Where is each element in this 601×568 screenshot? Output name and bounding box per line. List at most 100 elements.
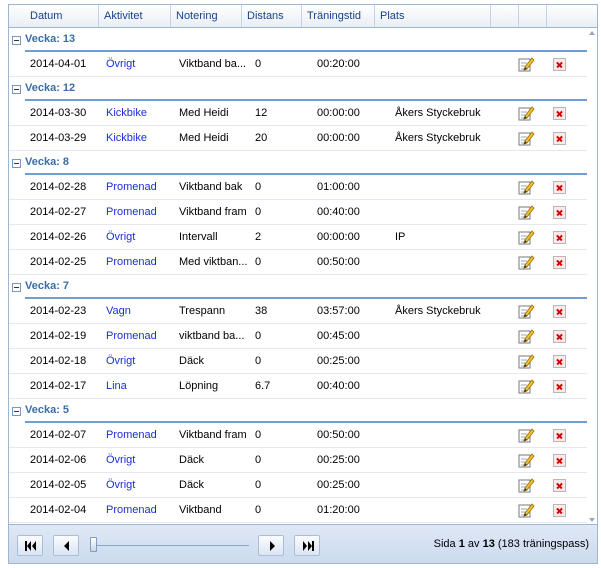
table-row[interactable]: 2014-02-27 Promenad Viktband fram 0 00:40:00 xyxy=(9,200,587,225)
delete-icon[interactable] xyxy=(553,181,566,194)
table-row[interactable]: 2014-03-30 Kickbike Med Heidi 12 00:00:00 Åke… xyxy=(9,101,587,126)
collapse-toggle-icon[interactable] xyxy=(12,85,21,94)
training-time-cell: 01:00:00 xyxy=(317,181,360,193)
activity-link[interactable]: Promenad xyxy=(106,175,172,199)
delete-icon[interactable] xyxy=(553,206,566,219)
collapse-toggle-icon[interactable] xyxy=(12,407,21,416)
table-row[interactable]: 2014-02-23 Vagn Trespann 38 03:57:00 Åkers St… xyxy=(9,299,587,324)
page-slider-track[interactable] xyxy=(93,545,249,546)
edit-icon[interactable] xyxy=(518,105,535,121)
column-header-activity[interactable]: Aktivitet xyxy=(99,5,171,27)
training-time-cell: 00:25:00 xyxy=(317,454,360,466)
column-header-training-time[interactable]: Träningstid xyxy=(302,5,375,27)
table-row[interactable]: 2014-02-17 Lina Löpning 6.7 00:40:00 xyxy=(9,374,587,399)
edit-icon[interactable] xyxy=(518,179,535,195)
activity-link[interactable]: Vagn xyxy=(106,299,172,323)
delete-icon[interactable] xyxy=(553,330,566,343)
page-slider-thumb[interactable] xyxy=(90,537,97,552)
pager-info: Sida 1 av 13 (183 träningspass) xyxy=(434,538,589,550)
delete-icon[interactable] xyxy=(553,256,566,269)
date-cell: 2014-03-30 xyxy=(30,107,87,119)
collapse-toggle-icon[interactable] xyxy=(12,283,21,292)
place-cell xyxy=(395,498,515,522)
training-time-cell: 00:25:00 xyxy=(317,479,360,491)
delete-icon[interactable] xyxy=(553,380,566,393)
table-row[interactable]: 2014-02-18 Övrigt Däck 0 00:25:00 xyxy=(9,349,587,374)
edit-icon[interactable] xyxy=(518,254,535,270)
activity-link[interactable]: Promenad xyxy=(106,324,172,348)
activity-link[interactable]: Lina xyxy=(106,374,172,398)
group-header[interactable]: Vecka: 13 xyxy=(9,28,587,52)
edit-icon[interactable] xyxy=(518,452,535,468)
training-time-cell: 00:45:00 xyxy=(317,330,360,342)
edit-icon[interactable] xyxy=(518,204,535,220)
activity-link[interactable]: Promenad xyxy=(106,200,172,224)
group-header[interactable]: Vecka: 7 xyxy=(9,275,587,299)
activity-link[interactable]: Övrigt xyxy=(106,349,172,373)
previous-page-button[interactable] xyxy=(53,535,79,556)
delete-icon[interactable] xyxy=(553,479,566,492)
delete-icon[interactable] xyxy=(553,107,566,120)
table-row[interactable]: 2014-02-05 Övrigt Däck 0 00:25:00 xyxy=(9,473,587,498)
column-header-delete xyxy=(519,5,547,27)
activity-link[interactable]: Promenad xyxy=(106,498,172,522)
last-page-button[interactable] xyxy=(294,535,320,556)
activity-link[interactable]: Övrigt xyxy=(106,52,172,76)
edit-icon[interactable] xyxy=(518,303,535,319)
column-header-date[interactable]: Datum xyxy=(25,5,99,27)
edit-icon[interactable] xyxy=(518,427,535,443)
table-row[interactable]: 2014-02-06 Övrigt Däck 0 00:25:00 xyxy=(9,448,587,473)
edit-icon[interactable] xyxy=(518,502,535,518)
group-title: Vecka: 8 xyxy=(25,156,70,168)
activity-link[interactable]: Övrigt xyxy=(106,473,172,497)
edit-icon[interactable] xyxy=(518,130,535,146)
group-header[interactable]: Vecka: 5 xyxy=(9,399,587,423)
scroll-up-arrow-icon[interactable] xyxy=(589,31,595,35)
edit-icon[interactable] xyxy=(518,56,535,72)
delete-icon[interactable] xyxy=(553,504,566,517)
first-page-button[interactable] xyxy=(17,535,43,556)
note-cell: Med viktban... xyxy=(179,256,248,268)
table-row[interactable]: 2014-04-01 Övrigt Viktband ba... 0 00:20:00 xyxy=(9,52,587,77)
edit-icon[interactable] xyxy=(518,378,535,394)
table-row[interactable]: 2014-02-28 Promenad Viktband bak 0 01:00:00 xyxy=(9,175,587,200)
table-row[interactable]: 2014-02-19 Promenad viktband ba... 0 00:45:0… xyxy=(9,324,587,349)
edit-icon[interactable] xyxy=(518,328,535,344)
distance-cell: 12 xyxy=(255,107,268,119)
activity-link[interactable]: Kickbike xyxy=(106,126,172,150)
delete-icon[interactable] xyxy=(553,305,566,318)
activity-link[interactable]: Promenad xyxy=(106,423,172,447)
delete-icon[interactable] xyxy=(553,231,566,244)
collapse-toggle-icon[interactable] xyxy=(12,36,21,45)
place-cell xyxy=(395,473,515,497)
scroll-down-arrow-icon[interactable] xyxy=(589,518,595,522)
delete-icon[interactable] xyxy=(553,132,566,145)
group-header[interactable]: Vecka: 12 xyxy=(9,77,587,101)
note-cell: Viktband fram xyxy=(179,429,247,441)
table-row[interactable]: 2014-02-26 Övrigt Intervall 2 00:00:00 IP xyxy=(9,225,587,250)
edit-icon[interactable] xyxy=(518,353,535,369)
next-page-button[interactable] xyxy=(258,535,284,556)
activity-link[interactable]: Promenad xyxy=(106,250,172,274)
activity-link[interactable]: Övrigt xyxy=(106,225,172,249)
activity-link[interactable]: Kickbike xyxy=(106,101,172,125)
group-header[interactable]: Vecka: 8 xyxy=(9,151,587,175)
activity-link[interactable]: Övrigt xyxy=(106,448,172,472)
delete-icon[interactable] xyxy=(553,454,566,467)
training-time-cell: 00:40:00 xyxy=(317,380,360,392)
table-row[interactable]: 2014-02-25 Promenad Med viktban... 0 00:50:0… xyxy=(9,250,587,275)
column-header-note[interactable]: Notering xyxy=(171,5,242,27)
column-header-place[interactable]: Plats xyxy=(375,5,491,27)
edit-icon[interactable] xyxy=(518,477,535,493)
edit-icon[interactable] xyxy=(518,229,535,245)
table-row[interactable]: 2014-02-04 Promenad Viktband 0 01:20:00 xyxy=(9,498,587,523)
table-row[interactable]: 2014-03-29 Kickbike Med Heidi 20 00:00:00 Åke… xyxy=(9,126,587,151)
delete-icon[interactable] xyxy=(553,429,566,442)
collapse-toggle-icon[interactable] xyxy=(12,159,21,168)
delete-icon[interactable] xyxy=(553,355,566,368)
column-header-distance[interactable]: Distans xyxy=(242,5,302,27)
delete-icon[interactable] xyxy=(553,58,566,71)
vertical-scrollbar[interactable] xyxy=(587,28,597,524)
date-cell: 2014-02-23 xyxy=(30,305,87,317)
table-row[interactable]: 2014-02-07 Promenad Viktband fram 0 00:50:00 xyxy=(9,423,587,448)
